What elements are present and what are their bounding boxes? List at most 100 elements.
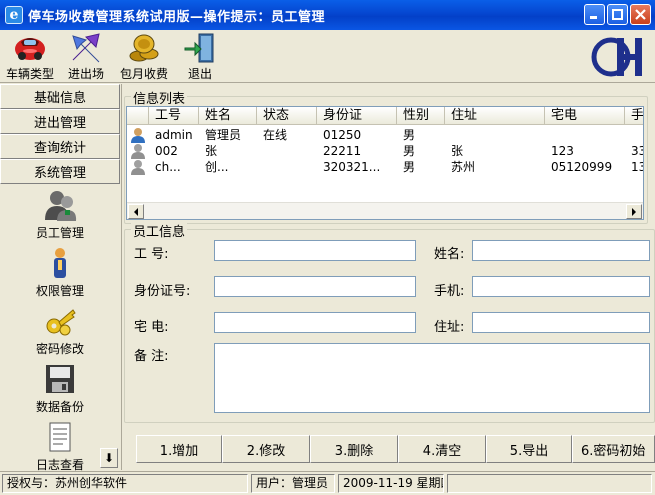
column-header-name[interactable]: 姓名 (199, 107, 257, 125)
arrow-right-icon (632, 207, 636, 216)
mobile-field[interactable] (472, 276, 650, 297)
in-out-arrows-icon (69, 32, 103, 64)
toolbar-label: 包月收费 (120, 67, 169, 81)
home-phone-field[interactable] (214, 312, 416, 333)
table-row[interactable]: admin 管理员 在线 01250 男 (127, 127, 643, 143)
id-card-label: 身份证号: (134, 284, 191, 299)
maximize-button[interactable] (607, 4, 628, 25)
mobile-label: 手机: (434, 284, 465, 299)
export-button[interactable]: 5.导出 (486, 435, 572, 463)
cell-status: 在线 (263, 128, 288, 142)
address-field[interactable] (472, 312, 650, 333)
cell-emp-id: ch... (155, 160, 181, 174)
sidebar-item-password[interactable]: 密码修改 (0, 304, 120, 357)
cell-home-phone: 123 (551, 144, 574, 158)
sidebar-item-permission[interactable]: 权限管理 (0, 246, 120, 299)
nav-section-query-stats[interactable]: 查询统计 (0, 134, 120, 159)
scroll-right-button[interactable] (626, 204, 642, 219)
home-phone-label: 宅 电: (134, 320, 169, 335)
cell-name: 管理员 (205, 128, 242, 142)
employee-list[interactable]: 工号 姓名 状态 身份证 性别 住址 宅电 手 admin 管理员 在线 012… (126, 106, 644, 220)
list-header: 工号 姓名 状态 身份证 性别 住址 宅电 手 (127, 107, 643, 125)
nav-scroll-down-button[interactable]: ⬇ (100, 448, 118, 468)
remark-field[interactable] (214, 343, 650, 413)
toolbar: 车辆类型 进出场 包月收费 退出 (0, 30, 655, 83)
action-bar: 1.增加 2.修改 3.删除 4.清空 5.导出 6.密码初始 (122, 427, 655, 471)
column-header-address[interactable]: 住址 (445, 107, 545, 125)
password-reset-button[interactable]: 6.密码初始 (572, 435, 655, 463)
cell-address: 张 (451, 144, 464, 158)
name-label: 姓名: (434, 247, 465, 262)
toolbar-in-out-button[interactable]: 进出场 (68, 32, 104, 82)
column-header-gender[interactable]: 性别 (397, 107, 445, 125)
cell-gender: 男 (403, 144, 416, 158)
user-row-icon (127, 143, 149, 159)
column-header-id-card[interactable]: 身份证 (317, 107, 397, 125)
cell-mobile: 33 (631, 144, 643, 158)
minimize-button[interactable] (584, 4, 605, 25)
coins-icon (127, 32, 161, 64)
cell-address (445, 127, 545, 143)
delete-button[interactable]: 3.删除 (310, 435, 398, 463)
toolbar-label: 退出 (187, 67, 212, 81)
id-card-field[interactable] (214, 276, 416, 297)
cell-emp-id: 002 (155, 144, 178, 158)
cell-home-phone: 05120999 (551, 160, 613, 174)
table-row[interactable]: ch... 创... 320321... 男 苏州 05120999 13 (127, 159, 643, 175)
cell-gender: 男 (403, 160, 416, 174)
user-row-icon (127, 127, 149, 143)
keys-icon (43, 304, 77, 338)
cell-id-card: 01250 (323, 128, 362, 142)
column-header-home-phone[interactable]: 宅电 (545, 107, 625, 125)
table-row[interactable]: 002 张 22211 男 张 123 33 (127, 143, 643, 159)
cell-status (257, 159, 317, 175)
edit-button[interactable]: 2.修改 (222, 435, 310, 463)
log-icon (43, 420, 77, 454)
cell-emp-id: admin (155, 128, 193, 142)
emp-id-field[interactable] (214, 240, 416, 261)
cell-mobile: 13 (631, 160, 643, 174)
main-window: e 停车场收费管理系统试用版—操作提示：员工管理 车辆类型 进出场 包月收费 退… (0, 0, 655, 495)
nav-section-basic-info[interactable]: 基础信息 (0, 84, 120, 109)
sidebar-item-label: 员工管理 (35, 226, 84, 240)
nav-section-system[interactable]: 系统管理 (0, 159, 120, 184)
sidebar-item-label: 密码修改 (35, 342, 84, 356)
clear-button[interactable]: 4.清空 (398, 435, 486, 463)
nav-section-in-out[interactable]: 进出管理 (0, 109, 120, 134)
sidebar-item-employee[interactable]: 员工管理 (0, 188, 120, 241)
maximize-icon (612, 9, 623, 20)
cell-gender: 男 (403, 128, 416, 142)
cell-name: 张 (205, 144, 218, 158)
user-row-icon (127, 159, 149, 175)
column-header-status[interactable]: 状态 (257, 107, 317, 125)
window-title: 停车场收费管理系统试用版—操作提示：员工管理 (28, 9, 326, 25)
users-icon (43, 188, 77, 222)
sidebar-item-backup[interactable]: 数据备份 (0, 362, 120, 415)
employee-info-title: 员工信息 (131, 221, 188, 240)
name-field[interactable] (472, 240, 650, 261)
arrow-down-icon: ⬇ (103, 451, 115, 465)
close-button[interactable] (630, 4, 651, 25)
add-button[interactable]: 1.增加 (136, 435, 222, 463)
column-header-mobile[interactable]: 手 (625, 107, 643, 125)
backup-icon (43, 362, 77, 396)
list-horizontal-scrollbar[interactable] (127, 202, 643, 219)
title-bar[interactable]: e 停车场收费管理系统试用版—操作提示：员工管理 (0, 0, 655, 30)
toolbar-vehicle-type-button[interactable]: 车辆类型 (6, 32, 54, 82)
toolbar-label: 车辆类型 (6, 67, 55, 81)
cell-address: 苏州 (451, 160, 476, 174)
remark-label: 备 注: (134, 349, 169, 364)
toolbar-label: 进出场 (68, 67, 105, 81)
toolbar-monthly-fee-button[interactable]: 包月收费 (120, 32, 168, 82)
scroll-left-button[interactable] (128, 204, 144, 219)
nav-panel: 员工管理 权限管理 密码修改 数据备份 日志查看 ⬇ (0, 184, 120, 472)
sidebar-item-label: 权限管理 (35, 284, 84, 298)
cell-status (257, 143, 317, 159)
column-header-emp-id[interactable]: 工号 (149, 107, 199, 125)
cell-mobile (625, 127, 643, 143)
column-header-icon[interactable] (127, 107, 149, 125)
date-status: 2009-11-19 星期四 (338, 474, 444, 493)
cell-id-card: 320321... (323, 160, 381, 174)
toolbar-exit-button[interactable]: 退出 (183, 32, 217, 82)
info-list-title: 信息列表 (131, 88, 188, 107)
